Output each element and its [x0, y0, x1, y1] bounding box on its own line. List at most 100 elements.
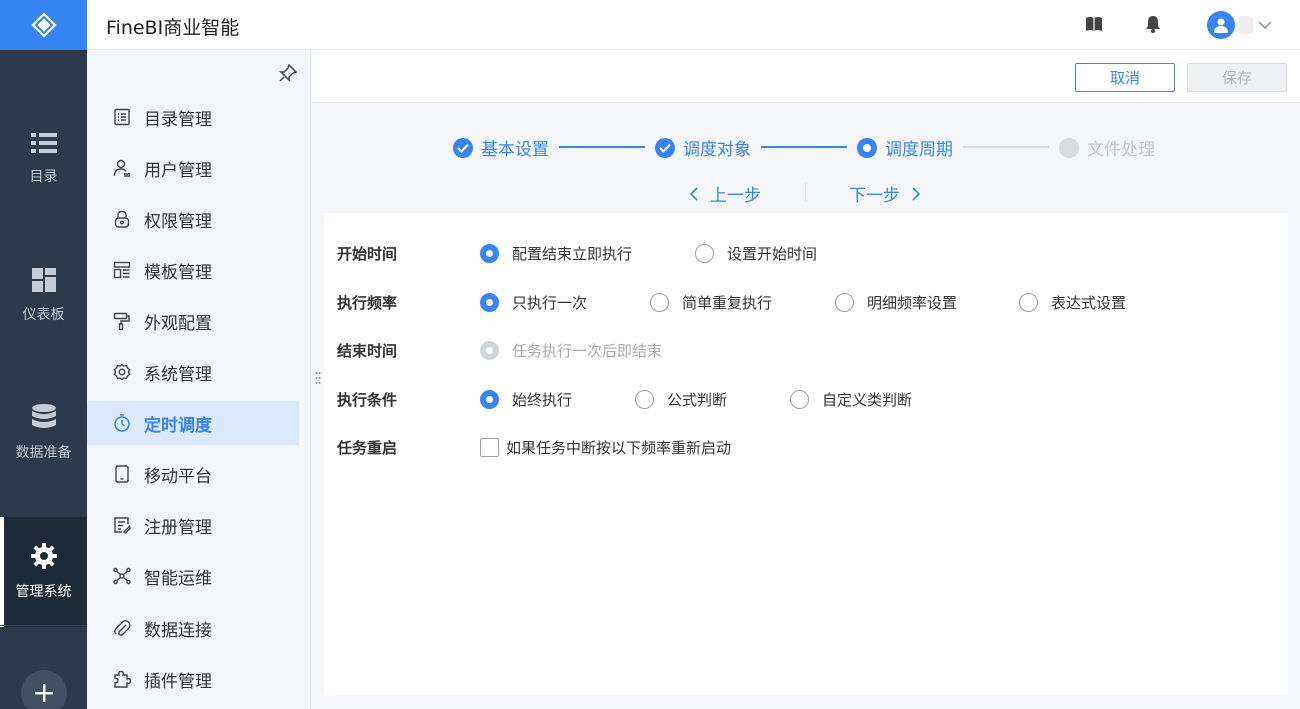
cancel-button[interactable]: 取消: [1075, 63, 1175, 92]
sidebar-item-1[interactable]: 用户管理: [87, 146, 299, 190]
schedule-form-panel: 开始时间 配置结束立即执行 设置开始时间 执行频率 只执行一次 简单重复执行 明…: [324, 213, 1288, 695]
option-label: 只执行一次: [512, 293, 588, 312]
radio-indicator: [650, 292, 669, 312]
option-label: 明细频率设置: [867, 293, 958, 312]
always-run-radio[interactable]: 始终执行: [480, 389, 572, 410]
sidebar-item-5[interactable]: 系统管理: [87, 350, 299, 394]
rail-divider: [0, 625, 87, 626]
start-time-label: 开始时间: [337, 244, 398, 263]
sidebar-item-7[interactable]: 移动平台: [87, 452, 299, 496]
restart-checkbox[interactable]: 如果任务中断按以下频率重新启动: [480, 437, 731, 458]
option-label: 表达式设置: [1051, 293, 1127, 312]
step-indicator: 基本设置 调度对象 调度周期 文件处理: [452, 135, 1172, 160]
next-step-button[interactable]: 下一步: [849, 181, 921, 206]
sidebar-item-3[interactable]: 模板管理: [87, 248, 299, 292]
rail-item-admin[interactable]: 管理系统: [0, 517, 87, 627]
option-label: 设置开始时间: [727, 244, 818, 263]
rail-item-catalog[interactable]: 目录: [0, 104, 87, 214]
start-time-row: 开始时间 配置结束立即执行 设置开始时间: [324, 241, 1288, 265]
check-icon: [655, 137, 675, 158]
avatar-username[interactable]: [1239, 16, 1253, 34]
bell-icon[interactable]: [1145, 15, 1161, 33]
step-file-processing[interactable]: 文件处理: [1059, 135, 1155, 160]
formula-radio[interactable]: 公式判断: [635, 389, 727, 410]
sidebar-item-label: 数据连接: [144, 620, 212, 641]
sidebar-item-label: 目录管理: [144, 109, 212, 130]
sidebar-item-label: 智能运维: [144, 568, 212, 589]
timer-icon: [112, 413, 132, 433]
condition-row: 执行条件 始终执行 公式判断 自定义类判断: [324, 387, 1288, 411]
template-icon: [112, 260, 132, 280]
register-icon: [112, 515, 132, 535]
sidebar-item-10[interactable]: 数据连接: [87, 606, 299, 650]
step-schedule-object[interactable]: 调度对象: [655, 135, 751, 160]
step-basic-settings[interactable]: 基本设置: [453, 135, 549, 160]
sidebar-item-2[interactable]: 权限管理: [87, 197, 299, 241]
restart-row: 任务重启 如果任务中断按以下频率重新启动: [324, 435, 1288, 459]
paint-roller-icon: [112, 311, 132, 331]
save-button[interactable]: 保存: [1187, 63, 1287, 92]
sidebar-item-label: 移动平台: [144, 466, 212, 487]
option-label: 简单重复执行: [682, 293, 773, 312]
check-icon: [453, 137, 473, 158]
sidebar-item-label: 权限管理: [144, 211, 212, 232]
custom-class-radio[interactable]: 自定义类判断: [790, 389, 912, 410]
step-connector: [963, 146, 1049, 148]
frequency-row: 执行频率 只执行一次 简单重复执行 明细频率设置 表达式设置: [324, 290, 1288, 314]
step-schedule-cycle[interactable]: 调度周期: [857, 135, 953, 160]
avatar[interactable]: [1207, 11, 1235, 39]
step-connector: [559, 146, 645, 148]
sidebar-item-label: 用户管理: [144, 160, 212, 181]
pin-icon[interactable]: [279, 64, 297, 82]
checkbox-indicator: [480, 437, 499, 457]
condition-label: 执行条件: [337, 390, 398, 409]
puzzle-icon: [112, 669, 132, 689]
option-label: 公式判断: [667, 390, 728, 409]
sidebar-item-11[interactable]: 插件管理: [87, 657, 299, 701]
option-label: 自定义类判断: [822, 390, 913, 409]
run-once-radio[interactable]: 只执行一次: [480, 292, 587, 313]
step-label: 调度周期: [885, 140, 953, 160]
sidebar-item-4[interactable]: 外观配置: [87, 299, 299, 343]
restart-label: 任务重启: [337, 438, 398, 457]
sidebar-item-label: 系统管理: [144, 364, 212, 385]
rail-item-label: 管理系统: [15, 584, 72, 600]
main-rail: 目录 仪表板 数据准备 管理系统: [0, 0, 87, 709]
radio-indicator: [695, 243, 714, 263]
option-label: 配置结束立即执行: [512, 244, 633, 263]
start-immediately-radio[interactable]: 配置结束立即执行: [480, 243, 632, 264]
radio-indicator: [480, 340, 499, 360]
expression-radio[interactable]: 表达式设置: [1019, 292, 1126, 313]
sidebar-item-0[interactable]: 目录管理: [87, 95, 299, 139]
tablet-icon: [112, 464, 132, 484]
set-start-time-radio[interactable]: 设置开始时间: [695, 243, 817, 264]
radio-indicator: [835, 292, 854, 312]
prev-step-button[interactable]: 上一步: [689, 181, 761, 206]
detailed-frequency-radio[interactable]: 明细频率设置: [835, 292, 957, 313]
rail-item-label: 目录: [29, 169, 58, 185]
book-icon[interactable]: [1085, 15, 1103, 33]
sidebar-item-9[interactable]: 智能运维: [87, 554, 299, 598]
list-icon: [30, 133, 57, 153]
chevron-down-icon[interactable]: [1258, 20, 1272, 30]
sidebar-item-8[interactable]: 注册管理: [87, 503, 299, 547]
plus-icon: [35, 684, 53, 702]
rail-item-data-prep[interactable]: 数据准备: [0, 378, 87, 488]
sidebar-item-6[interactable]: 定时调度: [87, 401, 299, 445]
step-label: 文件处理: [1087, 140, 1155, 160]
chevron-right-icon: [912, 186, 921, 201]
radio-indicator: [480, 389, 499, 409]
option-label: 始终执行: [512, 390, 573, 409]
end-time-row: 结束时间 任务执行一次后即结束: [324, 338, 1288, 362]
user-icon: [112, 158, 132, 178]
user-icon: [1214, 18, 1228, 33]
simple-repeat-radio[interactable]: 简单重复执行: [650, 292, 772, 313]
radio-indicator: [480, 292, 499, 312]
radio-indicator: [635, 389, 654, 409]
app-logo[interactable]: [0, 0, 87, 50]
rail-item-dashboard[interactable]: 仪表板: [0, 241, 87, 351]
radio-indicator: [790, 389, 809, 409]
prev-step-label: 上一步: [710, 186, 761, 206]
add-button[interactable]: [21, 670, 67, 709]
step-connector: [761, 146, 847, 148]
